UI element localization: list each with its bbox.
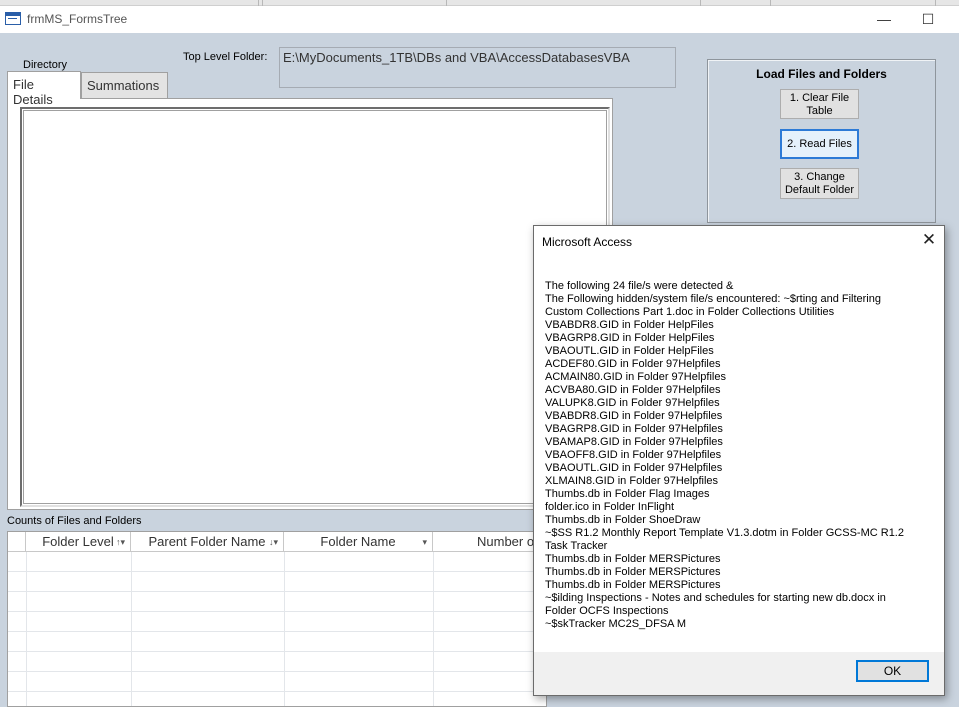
tab-summations[interactable]: Summations [81, 72, 168, 98]
table-row[interactable] [8, 612, 546, 632]
column-label: Folder Name [320, 534, 396, 549]
counts-datasheet[interactable]: Folder Level ↑▾ Parent Folder Name ↓▾ Fo… [7, 531, 547, 707]
top-folder-field[interactable]: E:\MyDocuments_1TB\DBs and VBA\AccessDat… [279, 47, 676, 88]
table-row[interactable] [8, 652, 546, 672]
dialog-message-line: VBAGRP8.GID in Folder 97Helpfiles [545, 423, 723, 435]
file-details-listbox[interactable] [20, 107, 610, 507]
table-row[interactable] [8, 552, 546, 572]
select-all-cell[interactable] [8, 532, 26, 552]
dropdown-icon[interactable]: ▾ [422, 532, 427, 552]
close-icon[interactable]: ✕ [918, 230, 940, 252]
dialog-message-line: Thumbs.db in Folder ShoeDraw [545, 514, 701, 526]
dialog-message-line: ACDEF80.GID in Folder 97Helpfiles [545, 358, 721, 370]
dialog-message-line: VBAGRP8.GID in Folder HelpFiles [545, 332, 715, 344]
dialog-message-line: VALUPK8.GID in Folder 97Helpfiles [545, 397, 720, 409]
form-icon [5, 12, 21, 25]
dialog-message: The following 24 file/s were detected & … [545, 280, 930, 631]
file-details-panel [7, 98, 613, 510]
dialog-message-line: Thumbs.db in Folder MERSPictures [545, 553, 721, 565]
dialog-title: Microsoft Access [542, 235, 633, 249]
dialog-message-line: Custom Collections Part 1.doc in Folder … [545, 306, 835, 318]
read-files-button[interactable]: 2. Read Files [780, 129, 859, 159]
dialog-message-line: ACMAIN80.GID in Folder 97Helpfiles [545, 371, 726, 383]
sort-filter-icon[interactable]: ↓▾ [269, 532, 278, 552]
dialog-message-line: VBAOUTL.GID in Folder 97Helpfiles [545, 462, 723, 474]
column-label: Folder Level [42, 534, 114, 549]
directory-label: Directory [23, 59, 68, 71]
dialog-message-line: The Following hidden/system file/s encou… [545, 293, 881, 305]
column-number-of[interactable]: Number of [433, 532, 546, 552]
dialog-message-line: VBAOFF8.GID in Folder 97Helpfiles [545, 449, 722, 461]
table-row[interactable] [8, 572, 546, 592]
grid-header: Folder Level ↑▾ Parent Folder Name ↓▾ Fo… [8, 532, 546, 552]
dialog-footer: OK [534, 652, 944, 695]
change-default-folder-button[interactable]: 3. Change Default Folder [780, 168, 859, 199]
table-row[interactable] [8, 592, 546, 612]
counts-label: Counts of Files and Folders [7, 515, 142, 527]
load-files-title: Load Files and Folders [756, 67, 887, 81]
table-row[interactable] [8, 672, 546, 692]
dialog-message-line: Thumbs.db in Folder MERSPictures [545, 566, 721, 578]
column-label: Parent Folder Name [148, 534, 266, 549]
column-parent-folder-name[interactable]: Parent Folder Name ↓▾ [131, 532, 284, 552]
tab-file-details[interactable]: File Details [7, 71, 81, 107]
dialog-message-line: Thumbs.db in Folder Flag Images [545, 488, 710, 500]
dialog-message-line: Task Tracker [545, 540, 608, 552]
dialog-message-line: Thumbs.db in Folder MERSPictures [545, 579, 721, 591]
dialog-message-line: ~$SS R1.2 Monthly Report Template V1.3.d… [545, 527, 904, 539]
load-files-frame: Load Files and Folders 1. Clear File Tab… [707, 59, 936, 223]
table-row[interactable] [8, 692, 546, 706]
dialog-message-line: VBABDR8.GID in Folder HelpFiles [545, 319, 714, 331]
dialog-message-line: ~$ilding Inspections - Notes and schedul… [545, 592, 886, 604]
dialog-message-line: XLMAIN8.GID in Folder 97Helpfiles [545, 475, 719, 487]
table-row[interactable] [8, 632, 546, 652]
column-folder-level[interactable]: Folder Level ↑▾ [26, 532, 131, 552]
dialog-message-line: VBABDR8.GID in Folder 97Helpfiles [545, 410, 723, 422]
window-titlebar: frmMS_FormsTree — ☐ [0, 6, 959, 33]
dialog-message-line: folder.ico in Folder InFlight [545, 501, 675, 513]
top-folder-label: Top Level Folder: [183, 51, 268, 63]
dialog-message-line: The following 24 file/s were detected & [545, 280, 734, 292]
window-title: frmMS_FormsTree [27, 12, 128, 26]
dialog-message-line: VBAOUTL.GID in Folder HelpFiles [545, 345, 714, 357]
dialog-message-line: ~$skTracker MC2S_DFSA M [545, 618, 687, 630]
message-dialog: Microsoft Access ✕ The following 24 file… [533, 225, 945, 696]
dialog-message-line: ACVBA80.GID in Folder 97Helpfiles [545, 384, 721, 396]
sort-filter-icon[interactable]: ↑▾ [116, 532, 125, 552]
column-label: Number of [477, 534, 538, 549]
clear-file-table-button[interactable]: 1. Clear File Table [780, 89, 859, 119]
ok-button[interactable]: OK [856, 660, 929, 682]
minimize-button[interactable]: — [861, 6, 907, 33]
dialog-message-line: VBAMAP8.GID in Folder 97Helpfiles [545, 436, 723, 448]
column-folder-name[interactable]: Folder Name ▾ [284, 532, 433, 552]
dialog-message-line: Folder OCFS Inspections [545, 605, 669, 617]
maximize-button[interactable]: ☐ [905, 6, 951, 33]
